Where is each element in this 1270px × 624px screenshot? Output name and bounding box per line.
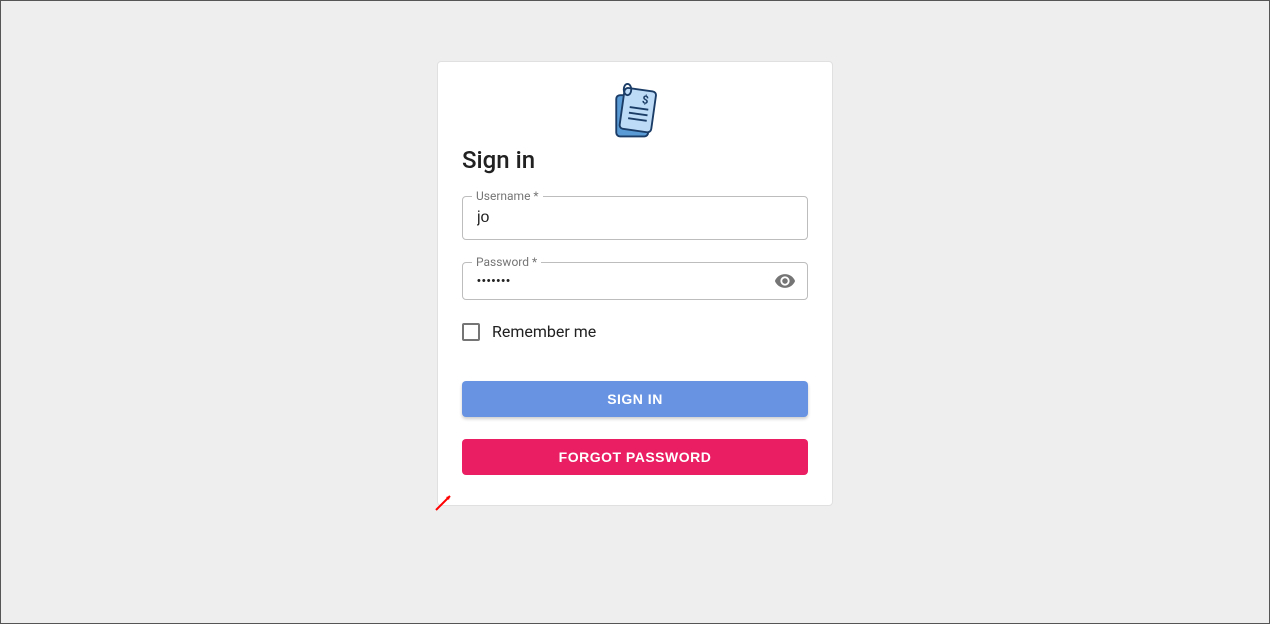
username-label: Username *: [472, 189, 543, 203]
invoice-logo-icon: $: [605, 82, 665, 142]
logo-container: $: [462, 82, 808, 142]
username-field-wrapper: Username *: [462, 196, 808, 240]
remember-me-row: Remember me: [462, 322, 808, 341]
signin-button[interactable]: Sign In: [462, 381, 808, 417]
toggle-password-visibility-button[interactable]: [770, 266, 800, 296]
password-field-wrapper: Password *: [462, 262, 808, 300]
remember-me-checkbox[interactable]: [462, 323, 480, 341]
forgot-password-button[interactable]: Forgot Password: [462, 439, 808, 475]
eye-icon: [774, 270, 796, 292]
signin-card: $ Sign in Username * Password * Remember…: [437, 61, 833, 506]
remember-me-label: Remember me: [492, 322, 596, 341]
page-title: Sign in: [462, 146, 808, 174]
password-label: Password *: [472, 255, 541, 269]
